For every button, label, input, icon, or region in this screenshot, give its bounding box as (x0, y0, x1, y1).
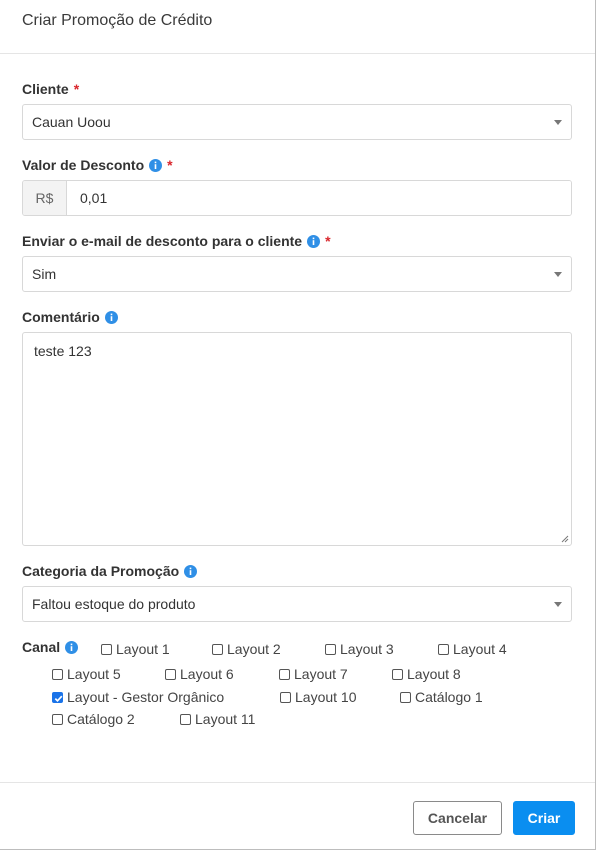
checkbox-label: Layout 4 (453, 641, 507, 657)
info-icon[interactable] (184, 564, 198, 578)
checkbox-box[interactable] (325, 643, 336, 655)
comentario-textarea[interactable]: teste 123 (22, 332, 572, 546)
canal-checkbox[interactable]: Layout 4 (438, 641, 507, 657)
checkbox-box[interactable] (180, 713, 191, 725)
desconto-label: Valor de Desconto * (22, 157, 173, 173)
cliente-label-text: Cliente (22, 81, 69, 97)
required-mark: * (167, 157, 173, 173)
create-button[interactable]: Criar (513, 801, 575, 835)
checkbox-label: Catálogo 1 (415, 689, 483, 705)
canal-checkbox[interactable]: Layout 1 (101, 641, 170, 657)
resize-grip-icon[interactable] (561, 535, 569, 543)
checkbox-box[interactable] (101, 643, 112, 655)
checkbox-label: Catálogo 2 (67, 711, 135, 727)
checkbox-label: Layout 11 (195, 711, 256, 727)
comentario-label: Comentário (22, 309, 118, 325)
categoria-label-text: Categoria da Promoção (22, 563, 180, 579)
cliente-label: Cliente * (22, 81, 79, 97)
checkbox-label: Layout 6 (180, 666, 234, 682)
desconto-label-text: Valor de Desconto (22, 157, 145, 173)
checkbox-label: Layout - Gestor Orgânico (67, 689, 225, 705)
cliente-select-value: Cauan Uoou (32, 114, 111, 130)
checkbox-box[interactable] (400, 691, 411, 703)
modal-header: Criar Promoção de Crédito (0, 0, 595, 54)
info-icon[interactable] (65, 640, 79, 654)
email-select[interactable]: Sim (22, 256, 572, 292)
canal-label: Canal (22, 639, 79, 655)
canal-checkbox[interactable]: Catálogo 2 (52, 711, 135, 727)
required-mark: * (325, 233, 331, 249)
checkbox-label: Layout 8 (407, 666, 461, 682)
cliente-select[interactable]: Cauan Uoou (22, 104, 572, 140)
info-icon[interactable] (104, 310, 118, 324)
checkbox-box[interactable] (438, 643, 449, 655)
modal-title: Criar Promoção de Crédito (22, 12, 213, 29)
email-select-value: Sim (32, 266, 57, 282)
checkbox-box[interactable] (212, 643, 223, 655)
categoria-select-value: Faltou estoque do produto (32, 596, 196, 612)
checkbox-label: Layout 2 (227, 641, 281, 657)
email-label: Enviar o e-mail de desconto para o clien… (22, 233, 331, 249)
required-mark: * (73, 81, 80, 97)
currency-prefix: R$ (23, 181, 67, 215)
canal-checkbox[interactable]: Layout 10 (280, 689, 357, 705)
checkbox-box[interactable] (52, 713, 63, 725)
categoria-label: Categoria da Promoção (22, 563, 198, 579)
desconto-input[interactable] (67, 181, 571, 215)
checkbox-label: Layout 5 (67, 666, 121, 682)
checkbox-box[interactable] (52, 668, 63, 680)
checkbox-box[interactable] (280, 691, 291, 703)
info-icon[interactable] (149, 158, 163, 172)
email-label-text: Enviar o e-mail de desconto para o clien… (22, 233, 303, 249)
create-credit-promotion-modal: Criar Promoção de Crédito Cliente * Caua… (0, 0, 596, 850)
info-icon[interactable] (307, 234, 321, 248)
canal-checkbox[interactable]: Layout 11 (180, 711, 255, 727)
canal-checkbox[interactable]: Layout - Gestor Orgânico (52, 689, 224, 705)
modal-footer: Cancelar Criar (0, 782, 595, 850)
checkbox-label: Layout 7 (294, 666, 348, 682)
canal-checkbox[interactable]: Layout 6 (165, 666, 234, 682)
canal-checkbox[interactable]: Layout 3 (325, 641, 394, 657)
checkbox-box-checked[interactable] (52, 691, 63, 703)
comentario-label-text: Comentário (22, 309, 100, 325)
canal-checkbox[interactable]: Layout 2 (212, 641, 281, 657)
checkbox-label: Layout 10 (295, 689, 357, 705)
canal-label-text: Canal (22, 639, 61, 655)
cancel-button[interactable]: Cancelar (413, 801, 502, 835)
checkbox-box[interactable] (279, 668, 290, 680)
desconto-input-group: R$ (22, 180, 572, 216)
checkmark-icon (54, 695, 63, 702)
chevron-down-icon (554, 602, 562, 607)
chevron-down-icon (554, 120, 562, 125)
checkbox-label: Layout 3 (340, 641, 394, 657)
canal-checkbox[interactable]: Layout 8 (392, 666, 461, 682)
chevron-down-icon (554, 272, 562, 277)
canal-checkbox[interactable]: Layout 5 (52, 666, 121, 682)
checkbox-box[interactable] (392, 668, 403, 680)
canal-checkbox[interactable]: Catálogo 1 (400, 689, 483, 705)
checkbox-label: Layout 1 (116, 641, 170, 657)
checkbox-box[interactable] (165, 668, 176, 680)
canal-checkbox[interactable]: Layout 7 (279, 666, 348, 682)
categoria-select[interactable]: Faltou estoque do produto (22, 586, 572, 622)
